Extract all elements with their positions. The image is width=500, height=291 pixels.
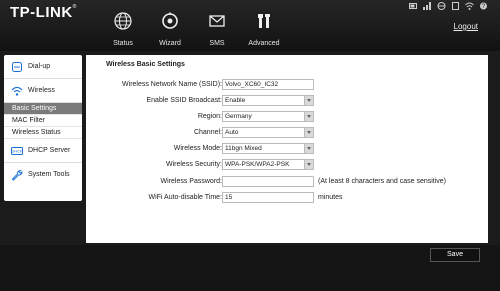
footer-bar — [0, 245, 500, 291]
auto-disable-unit: minutes — [318, 194, 343, 201]
sim-icon — [451, 2, 460, 10]
top-header: TP-LINK® Status Wizard SMS Advanced ? Lo… — [0, 0, 500, 51]
ssid-broadcast-label: Enable SSID Broadcast: — [146, 97, 223, 104]
wireless-mode-row: Wireless Mode: 11bgn Mixed — [86, 143, 488, 154]
globe-icon — [114, 12, 132, 30]
region-select[interactable]: Germany — [222, 111, 314, 122]
sidebar-item-dialup[interactable]: Dial-up — [4, 55, 82, 79]
sidebar-item-wireless[interactable]: Wireless — [4, 79, 82, 103]
sidebar-item-system-tools-label: System Tools — [28, 171, 70, 178]
wireless-password-input[interactable] — [222, 176, 314, 187]
region-value: Germany — [225, 113, 252, 120]
chevron-down-icon — [304, 144, 313, 153]
channel-value: Auto — [225, 129, 239, 136]
main-nav: Status Wizard SMS Advanced — [0, 12, 300, 48]
envelope-icon — [209, 15, 225, 27]
wireless-mode-value: 11bgn Mixed — [225, 145, 262, 152]
auto-disable-label: WiFi Auto-disable Time: — [148, 194, 222, 201]
wizard-icon — [162, 12, 178, 29]
signal-icon — [423, 2, 432, 10]
wireless-security-label: Wireless Security: — [165, 161, 222, 168]
wireless-mode-label: Wireless Mode: — [173, 145, 222, 152]
sidebar-item-system-tools[interactable]: System Tools — [4, 163, 82, 187]
dhcp-icon: DHCP — [11, 147, 23, 155]
nav-wizard-label: Wizard — [159, 40, 181, 47]
wireless-password-label: Wireless Password: — [160, 178, 222, 185]
chevron-down-icon — [304, 96, 313, 105]
sidebar-item-dialup-label: Dial-up — [28, 63, 51, 70]
battery-icon — [409, 2, 418, 10]
nav-advanced-label: Advanced — [248, 40, 280, 47]
svg-text:DHCP: DHCP — [11, 149, 23, 154]
nav-advanced[interactable]: Advanced — [242, 12, 286, 48]
sidebar-subitem-mac-filter[interactable]: MAC Filter — [4, 115, 82, 127]
main-panel: Wireless Basic Settings Wireless Network… — [86, 55, 488, 243]
sidebar: Dial-up Wireless Basic Settings MAC Filt… — [4, 55, 82, 201]
auto-disable-row: WiFi Auto-disable Time: minutes — [86, 192, 488, 203]
wireless-mode-select[interactable]: 11bgn Mixed — [222, 143, 314, 154]
logout-link[interactable]: Logout — [454, 22, 478, 31]
globe-status-icon — [437, 2, 446, 10]
nav-status-label: Status — [113, 40, 133, 47]
wrench-icon — [11, 169, 23, 181]
ssid-label: Wireless Network Name (SSID): — [122, 81, 222, 88]
wireless-security-row: Wireless Security: WPA-PSK/WPA2-PSK — [86, 159, 488, 170]
status-icons-bar: ? — [406, 2, 488, 11]
chevron-down-icon — [304, 112, 313, 121]
save-button[interactable]: Save — [430, 248, 480, 262]
ssid-broadcast-select[interactable]: Enable — [222, 95, 314, 106]
question-icon[interactable]: ? — [479, 2, 488, 10]
channel-select[interactable]: Auto — [222, 127, 314, 138]
sidebar-item-dhcp-server[interactable]: DHCP DHCP Server — [4, 139, 82, 163]
wireless-security-select[interactable]: WPA-PSK/WPA2-PSK — [222, 159, 314, 170]
nav-wizard[interactable]: Wizard — [148, 12, 192, 48]
wireless-security-value: WPA-PSK/WPA2-PSK — [225, 161, 290, 168]
wifi-icon — [465, 2, 474, 10]
sidebar-item-dhcp-label: DHCP Server — [28, 147, 71, 154]
ssid-input[interactable] — [222, 79, 314, 90]
dialup-icon — [12, 62, 22, 72]
nav-status[interactable]: Status — [101, 12, 145, 48]
auto-disable-input[interactable] — [222, 192, 314, 203]
sidebar-item-wireless-label: Wireless — [28, 87, 55, 94]
page-title: Wireless Basic Settings — [106, 61, 185, 68]
chevron-down-icon — [304, 160, 313, 169]
sidebar-subitem-basic-settings[interactable]: Basic Settings — [4, 103, 82, 115]
ssid-broadcast-value: Enable — [225, 97, 246, 104]
sidebar-subitem-wireless-status[interactable]: Wireless Status — [4, 127, 82, 139]
ssid-row: Wireless Network Name (SSID): — [86, 79, 488, 90]
logo-registered-mark: ® — [72, 4, 77, 10]
channel-label: Channel: — [193, 129, 222, 136]
password-hint: (At least 8 characters and case sensitiv… — [318, 178, 447, 185]
wireless-icon — [11, 86, 23, 96]
chevron-down-icon — [304, 128, 313, 137]
channel-row: Channel: Auto — [86, 127, 488, 138]
ssid-broadcast-row: Enable SSID Broadcast: Enable — [86, 95, 488, 106]
region-label: Region: — [197, 113, 222, 120]
tools-icon — [258, 14, 270, 28]
region-row: Region: Germany — [86, 111, 488, 122]
wireless-password-row: Wireless Password: (At least 8 character… — [86, 176, 488, 187]
nav-sms[interactable]: SMS — [195, 12, 239, 48]
nav-sms-label: SMS — [209, 40, 225, 47]
